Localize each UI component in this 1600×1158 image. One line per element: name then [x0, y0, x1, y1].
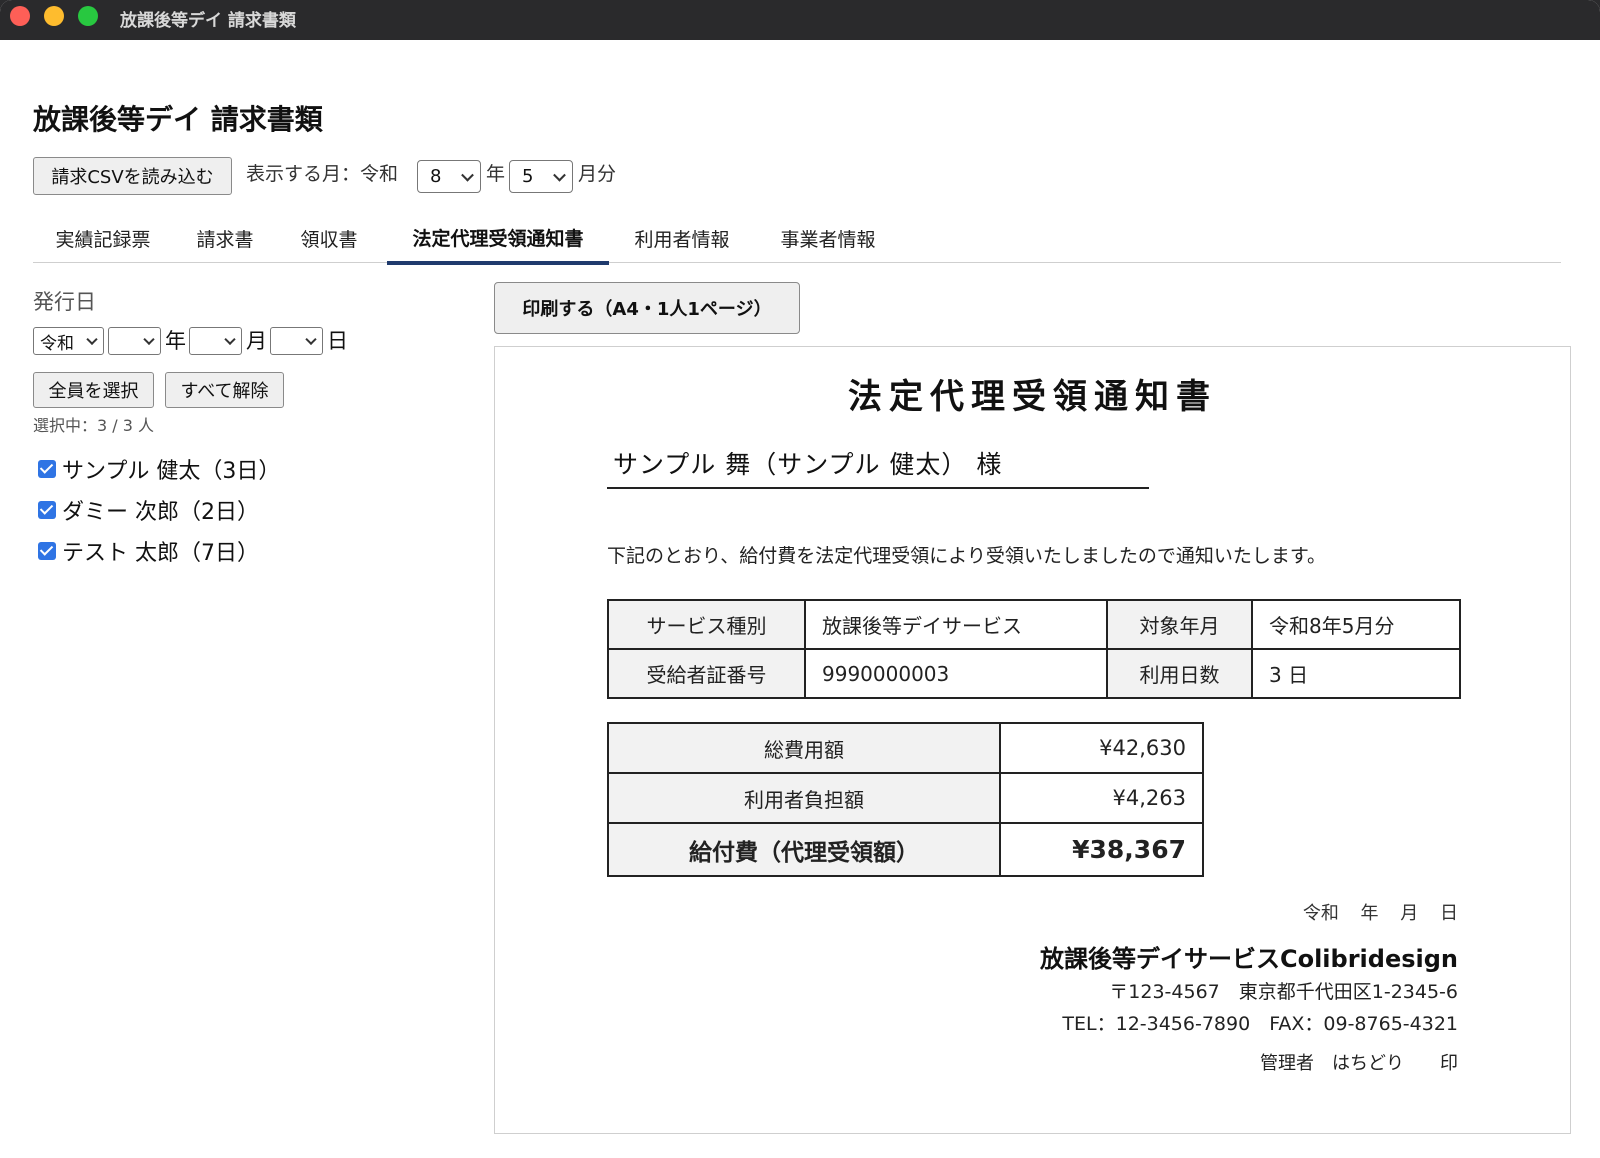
amount-table: 総費用額 ¥42,630 利用者負担額 ¥4,263 給付費（代理受領額） ¥3…	[607, 722, 1204, 877]
days-label: 利用日数	[1106, 648, 1253, 699]
chevron-down-icon	[86, 333, 98, 346]
year-select-value: 8	[430, 166, 442, 187]
benefit-label: 給付費（代理受領額）	[607, 822, 1001, 877]
minimize-window-button[interactable]	[44, 6, 64, 26]
company-address: 〒123-4567 東京都千代田区1-2345-6	[1109, 981, 1458, 1003]
page-title: 放課後等デイ 請求書類	[33, 103, 323, 136]
issue-year-select[interactable]	[108, 327, 161, 355]
month-label: 表示する月：令和	[246, 163, 399, 185]
checkbox-checked[interactable]	[38, 501, 56, 519]
era-select[interactable]: 令和	[33, 327, 104, 355]
document-title: 法定代理受領通知書	[848, 377, 1217, 417]
close-window-button[interactable]	[10, 6, 30, 26]
user-burden-value: ¥4,263	[999, 772, 1204, 824]
checkbox-checked[interactable]	[38, 460, 56, 478]
user-burden-label: 利用者負担額	[607, 772, 1001, 824]
issue-month-unit: 月	[246, 329, 267, 353]
company-name: 放課後等デイサービスColibridesign	[1039, 945, 1458, 973]
load-csv-button[interactable]: 請求CSVを読み込む	[33, 157, 232, 195]
era-select-value: 令和	[40, 333, 74, 354]
service-type-label: サービス種別	[607, 599, 806, 650]
issue-day-select[interactable]	[270, 327, 323, 355]
chevron-down-icon	[553, 168, 566, 182]
table-row: サービス種別 放課後等デイサービス 対象年月 令和8年5月分	[607, 599, 1461, 650]
issue-date-line: 令和 年 月 日	[1302, 903, 1458, 924]
issue-month-select[interactable]	[189, 327, 242, 355]
person-label: サンプル 健太（3日）	[62, 459, 281, 484]
person-label: ダミー 次郎（2日）	[62, 500, 259, 525]
tab-performance-record[interactable]: 実績記録票	[33, 213, 173, 263]
days-value: 3 日	[1251, 648, 1461, 699]
person-item[interactable]: テスト 太郎（7日）	[38, 537, 259, 566]
total-cost-value: ¥42,630	[999, 722, 1204, 774]
clear-all-button[interactable]: すべて解除	[165, 372, 284, 408]
select-all-button[interactable]: 全員を選択	[33, 372, 154, 408]
tab-receipt[interactable]: 領収書	[277, 213, 381, 263]
chevron-down-icon	[224, 333, 236, 346]
document-preview: 法定代理受領通知書 サンプル 舞（サンプル 健太） 様 下記のとおり、給付費を法…	[494, 346, 1571, 1134]
tab-legal-proxy-notice[interactable]: 法定代理受領通知書	[387, 213, 609, 265]
checkbox-checked[interactable]	[38, 542, 56, 560]
person-label: テスト 太郎（7日）	[62, 541, 259, 566]
zoom-window-button[interactable]	[78, 6, 98, 26]
cert-number-label: 受給者証番号	[607, 648, 806, 699]
cert-number-value: 9990000003	[804, 648, 1108, 699]
total-cost-label: 総費用額	[607, 722, 1001, 774]
service-type-value: 放課後等デイサービス	[804, 599, 1108, 650]
chevron-down-icon	[461, 168, 474, 182]
month-select-value: 5	[522, 166, 534, 187]
notice-text: 下記のとおり、給付費を法定代理受領により受領いたしましたので通知いたします。	[607, 545, 1326, 567]
issue-year-unit: 年	[165, 329, 186, 353]
window-title: 放課後等デイ 請求書類	[120, 11, 296, 31]
chevron-down-icon	[305, 333, 317, 346]
period-value: 令和8年5月分	[1251, 599, 1461, 650]
benefit-value: ¥38,367	[999, 822, 1204, 877]
period-label: 対象年月	[1106, 599, 1253, 650]
person-item[interactable]: ダミー 次郎（2日）	[38, 496, 259, 525]
table-row: 利用者負担額 ¥4,263	[607, 772, 1204, 824]
year-suffix: 年	[486, 163, 506, 185]
app-window: 放課後等デイ 請求書類 放課後等デイ 請求書類 請求CSVを読み込む 表示する月…	[0, 0, 1600, 1158]
person-item[interactable]: サンプル 健太（3日）	[38, 455, 281, 484]
selected-count: 選択中：3 / 3 人	[33, 416, 155, 435]
manager-seal-line: 管理者 はちどり 印	[1260, 1053, 1458, 1074]
tab-business-info[interactable]: 事業者情報	[755, 213, 901, 263]
table-row: 給付費（代理受領額） ¥38,367	[607, 822, 1204, 877]
print-button[interactable]: 印刷する（A4・1人1ページ）	[494, 282, 800, 334]
company-phone-fax: TEL：12-3456-7890 FAX：09-8765-4321	[1062, 1013, 1458, 1035]
month-suffix: 月分	[578, 163, 617, 185]
issue-date-label: 発行日	[33, 290, 96, 314]
tab-user-info[interactable]: 利用者情報	[609, 213, 755, 263]
tab-bar: 実績記録票 請求書 領収書 法定代理受領通知書 利用者情報 事業者情報	[33, 213, 1561, 265]
table-row: 受給者証番号 9990000003 利用日数 3 日	[607, 648, 1461, 699]
service-info-table: サービス種別 放課後等デイサービス 対象年月 令和8年5月分 受給者証番号 99…	[607, 599, 1461, 699]
table-row: 総費用額 ¥42,630	[607, 722, 1204, 774]
tab-invoice[interactable]: 請求書	[173, 213, 277, 263]
year-select[interactable]: 8	[417, 160, 481, 193]
issue-day-unit: 日	[327, 329, 348, 353]
month-select[interactable]: 5	[509, 160, 573, 193]
title-bar: 放課後等デイ 請求書類	[0, 0, 1600, 40]
chevron-down-icon	[143, 333, 155, 346]
recipient-name: サンプル 舞（サンプル 健太） 様	[607, 445, 1149, 489]
